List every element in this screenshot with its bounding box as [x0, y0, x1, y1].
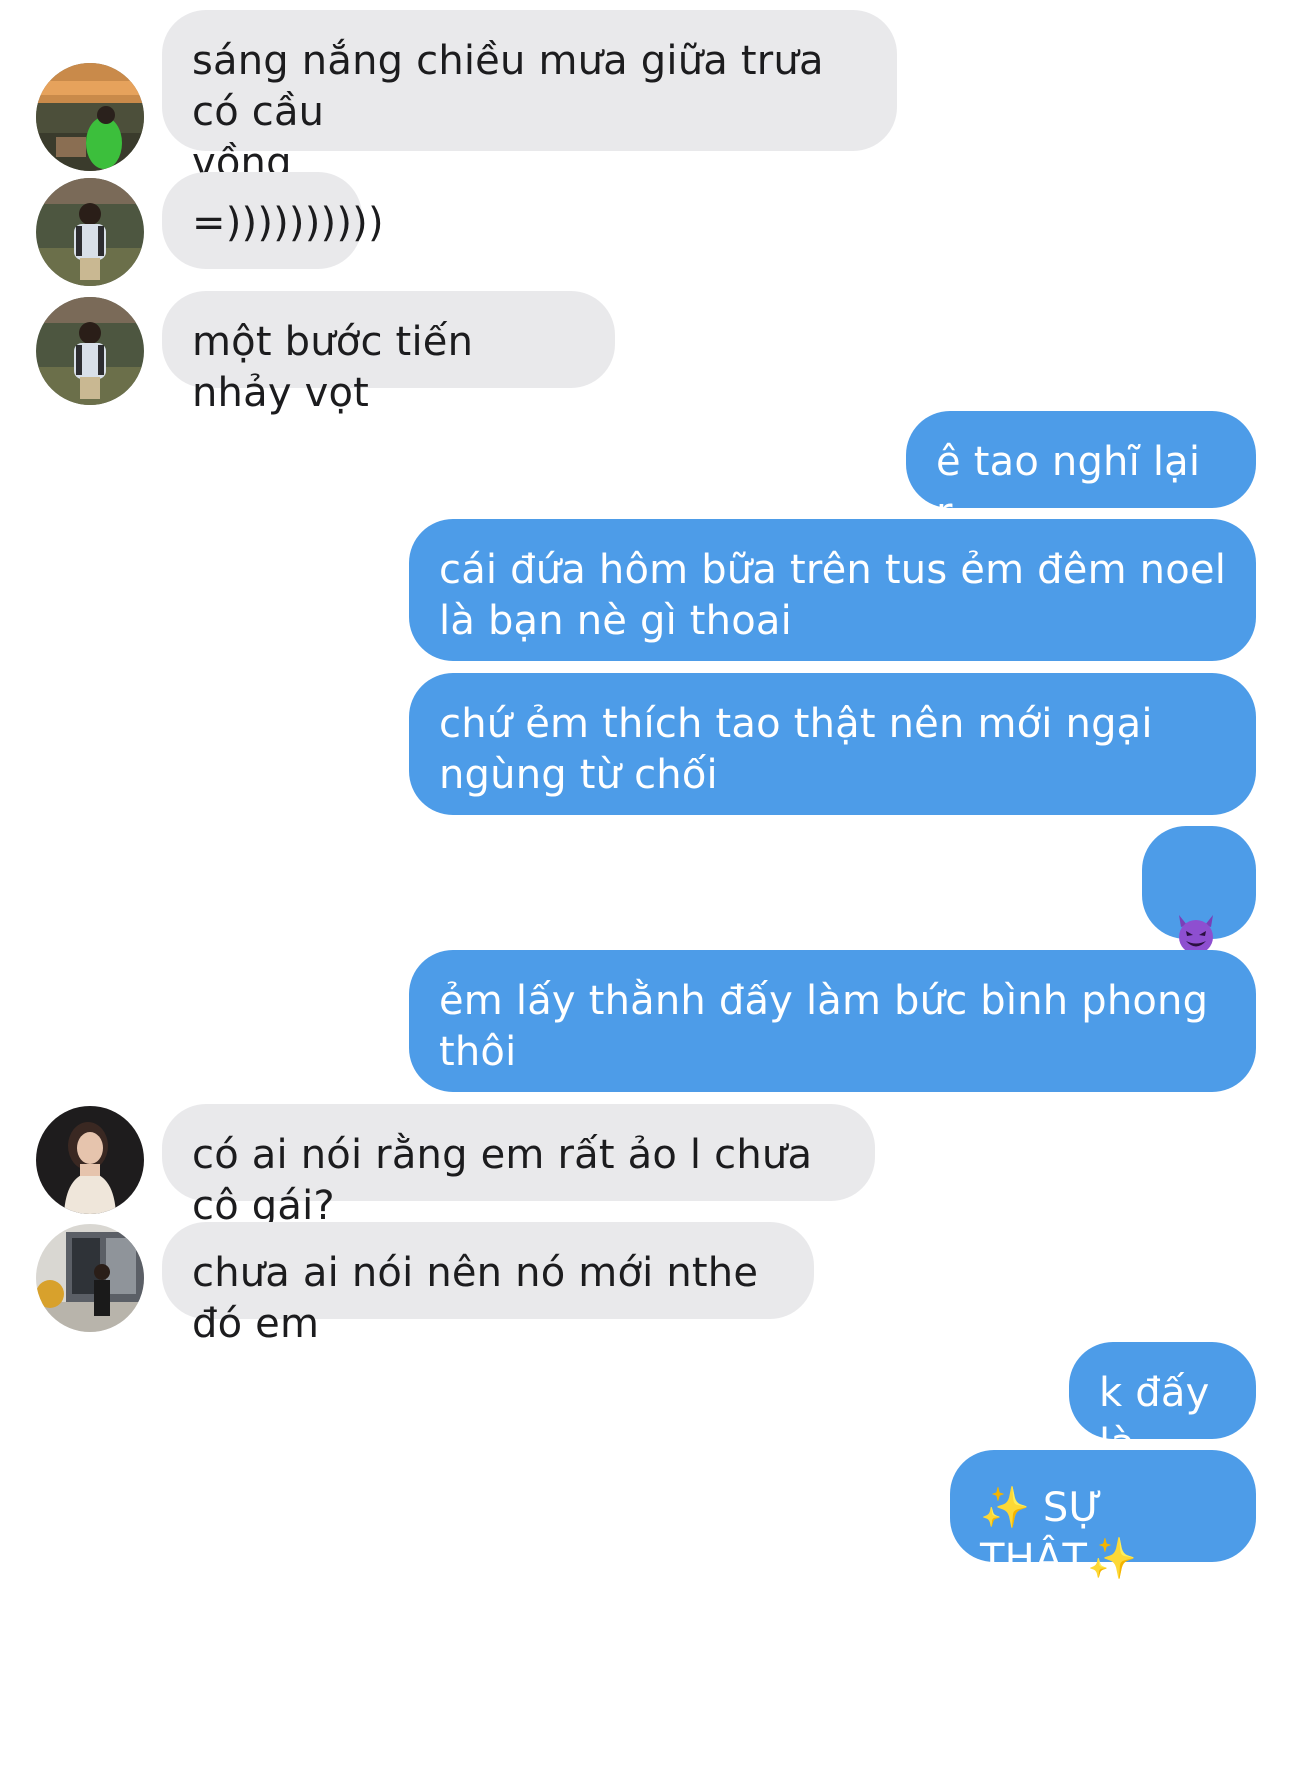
avatar-photo-girl [36, 178, 144, 286]
message-bubble[interactable]: =)))))))))) [162, 172, 384, 269]
avatar[interactable] [36, 63, 144, 171]
message-bubble[interactable]: k đấy là [1069, 1342, 1256, 1467]
message-bubble[interactable]: cái đứa hôm bữa trên tus ẻm đêm noel là … [409, 519, 1256, 661]
message-bubble[interactable]: ẻm lấy thằnh đấy làm bức bình phong thôi [409, 950, 1256, 1092]
message-bubble[interactable]: chứ ẻm thích tao thật nên mới ngại ngùng… [409, 673, 1256, 815]
message-bubble[interactable]: ✨ SỰ THẬT✨ [950, 1450, 1256, 1582]
message-bubble[interactable]: ê tao nghĩ lại r [906, 411, 1256, 536]
avatar-photo-dark [36, 1106, 144, 1214]
avatar[interactable] [36, 178, 144, 286]
avatar[interactable] [36, 297, 144, 405]
message-bubble[interactable]: một bước tiến nhảy vọt [162, 291, 615, 416]
avatar-photo-storefront [36, 1224, 144, 1332]
avatar[interactable] [36, 1106, 144, 1214]
avatar[interactable] [36, 1224, 144, 1332]
message-bubble[interactable]: chưa ai nói nên nó mới nthe đó em [162, 1222, 814, 1347]
message-bubble[interactable]: có ai nói rằng em rất ảo l chưa cô gái? [162, 1104, 875, 1229]
message-bubble[interactable]: sáng nắng chiều mưa giữa trưa có cầu vồn… [162, 10, 897, 186]
message-bubble[interactable] [1142, 826, 1256, 954]
avatar-photo-sunset [36, 63, 144, 171]
avatar-photo-girl [36, 297, 144, 405]
